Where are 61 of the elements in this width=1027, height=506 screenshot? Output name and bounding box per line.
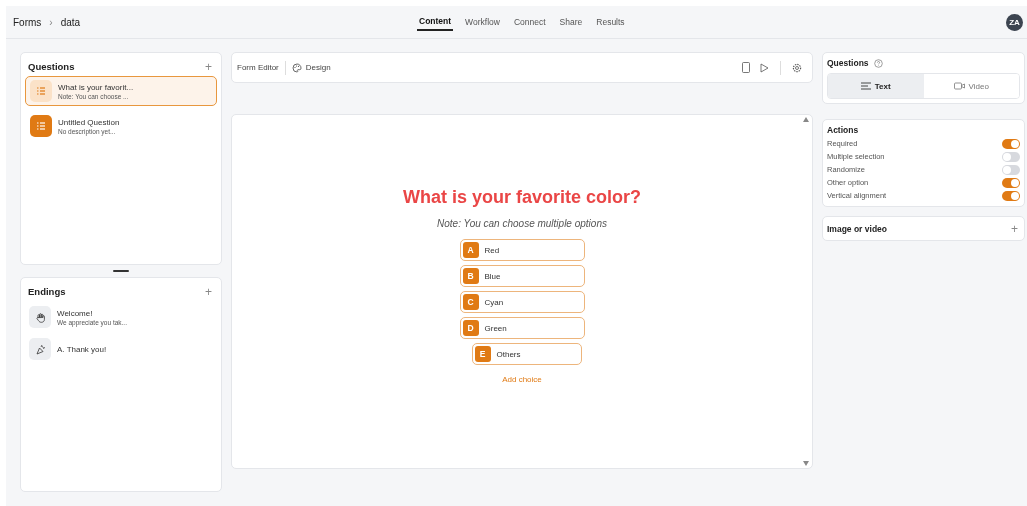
option-letter: A [462,242,479,258]
nav-tab[interactable]: Results [594,13,627,31]
resize-handle[interactable] [113,270,129,272]
breadcrumb-separator: › [49,16,53,28]
option-label: Blue [484,271,501,281]
mode-tab[interactable]: Text [828,74,924,98]
nav-tab[interactable]: Workflow [463,13,502,31]
panel-title: Endings [28,286,66,297]
settings-icon [792,62,802,73]
lines-icon [860,82,871,90]
answer-option[interactable]: D Green [459,317,585,339]
breadcrumb-current: data [60,16,81,28]
answer-option[interactable]: A Red [459,239,585,261]
ending-title: A. Thank you! [57,344,107,354]
list-icon [36,86,46,96]
hand-icon [34,311,46,323]
nav-tab[interactable]: Connect [511,13,548,31]
question-note: Note: You can choose multiple options [437,218,607,229]
add-button[interactable]: + [203,59,214,74]
panel-title: Questions [827,58,869,68]
panel-title: Questions [28,61,75,72]
other-option[interactable]: E Others [471,343,582,365]
nav-tab[interactable]: Content [417,13,454,31]
panel-title: Image or video [827,223,887,234]
add-button[interactable]: + [203,284,214,299]
video-camera-icon [953,82,965,90]
user-avatar[interactable]: ZA [1006,13,1023,31]
answer-option[interactable]: C Cyan [459,291,585,313]
scroll-up-icon [803,117,809,122]
toolbar-tab[interactable]: Form Editor [237,61,279,74]
question-heading: What is your favorite color? [402,187,641,208]
help-icon [873,58,883,68]
question-title: Untitled Question [58,117,120,127]
option-label: Red [484,245,500,255]
toggle-switch[interactable] [1002,190,1020,201]
option-letter: B [462,268,479,284]
ending-title: Welcome! [57,308,94,318]
answer-option[interactable]: B Blue [459,265,585,287]
toggle-switch[interactable] [1002,151,1020,162]
add-button[interactable]: + [1009,221,1020,236]
option-letter: C [462,294,479,310]
option-letter: D [462,320,479,336]
toggle-switch[interactable] [1002,177,1020,188]
question-title: What is your favorit... [58,82,134,92]
nav-tab[interactable]: Share [557,13,585,31]
party-popper-icon [34,343,46,355]
panel-title: Actions [827,124,860,137]
option-letter: E [474,346,491,362]
option-label: Green [484,323,507,333]
toggle-switch[interactable] [1002,138,1020,149]
toolbar-tab[interactable]: Design [291,60,331,75]
option-label: Cyan [484,297,504,307]
palette-icon [291,62,302,73]
breadcrumb-link[interactable]: Forms [13,16,42,28]
play-icon [760,62,769,73]
toggle-switch[interactable] [1002,164,1020,175]
ending-item[interactable]: A. Thank you! [25,333,217,365]
scroll-down-icon [803,461,809,466]
list-icon [36,121,46,131]
phone-icon [742,62,750,73]
option-label: Others [496,349,521,359]
